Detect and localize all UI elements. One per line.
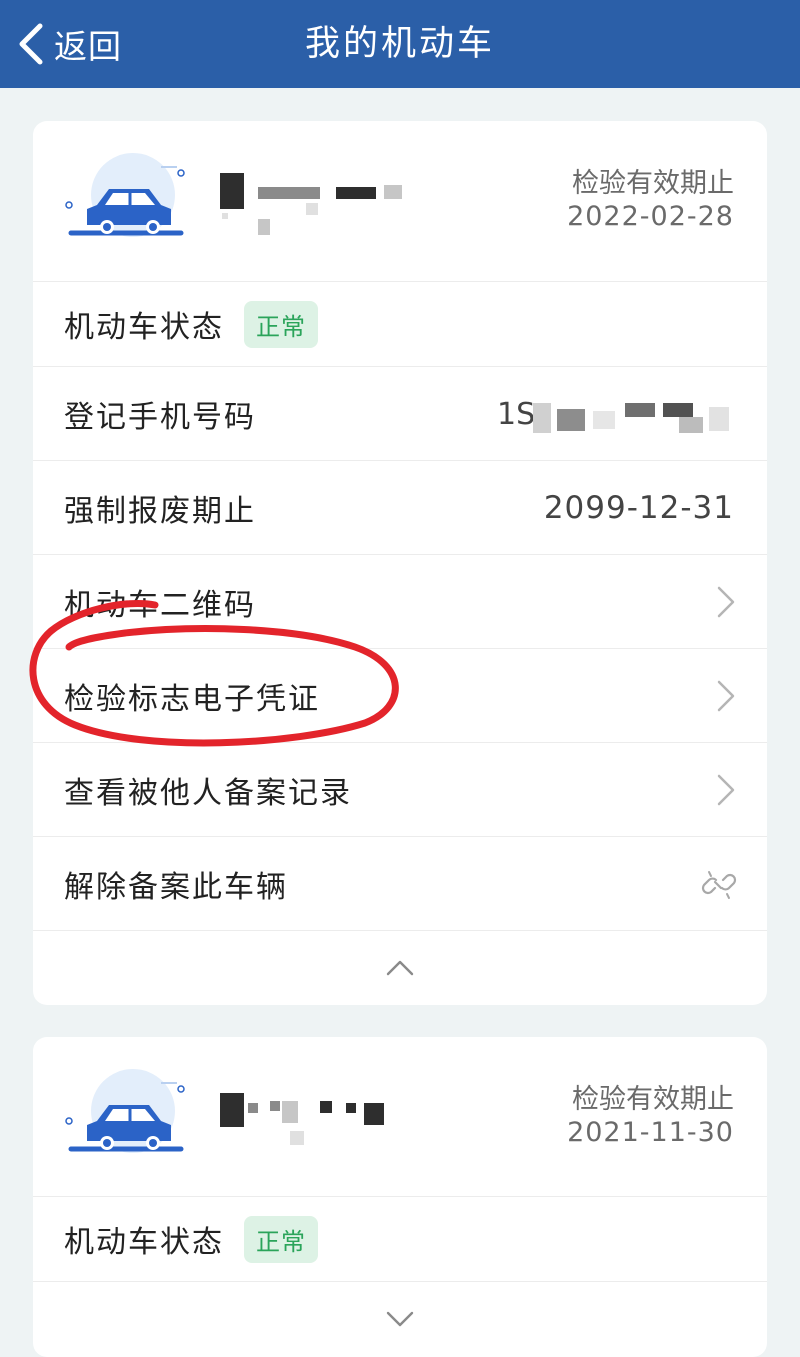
nav-bar: 返回 我的机动车 xyxy=(0,0,800,88)
unbind-vehicle-row[interactable]: 解除备案此车辆 xyxy=(33,837,767,931)
vehicle-qrcode-row[interactable]: 机动车二维码 xyxy=(33,555,767,649)
chevron-right-icon xyxy=(717,586,735,617)
car-icon xyxy=(65,1069,185,1153)
vehicle-card: 检验有效期止 2022-02-28 机动车状态 正常 登记手机号码 1S 强制报… xyxy=(33,121,767,1005)
registered-phone-value: 1S xyxy=(497,397,536,432)
inspection-expiry-date: 2022-02-28 xyxy=(567,201,734,232)
status-badge: 正常 xyxy=(244,300,318,348)
scrap-deadline-label: 强制报废期止 xyxy=(64,493,256,529)
filing-records-row[interactable]: 查看被他人备案记录 xyxy=(33,743,767,837)
chevron-down-icon xyxy=(386,1311,414,1327)
inspection-expiry: 检验有效期止 2021-11-30 xyxy=(567,1083,734,1149)
scrap-deadline-value: 2099-12-31 xyxy=(543,489,734,526)
page-title: 我的机动车 xyxy=(304,24,495,64)
vehicle-status-label: 机动车状态 xyxy=(64,1225,224,1260)
status-badge: 正常 xyxy=(244,1215,318,1263)
vehicle-card: 检验有效期止 2021-11-30 机动车状态 正常 xyxy=(33,1037,767,1357)
inspection-e-certificate-label: 检验标志电子凭证 xyxy=(64,681,320,717)
inspection-expiry-label: 检验有效期止 xyxy=(572,1084,734,1115)
inspection-expiry: 检验有效期止 2022-02-28 xyxy=(567,167,734,233)
vehicle-status-label: 机动车状态 xyxy=(64,310,224,345)
vehicle-card-header[interactable]: 检验有效期止 2022-02-28 xyxy=(33,121,767,282)
chevron-right-icon xyxy=(717,774,735,805)
vehicle-qrcode-label: 机动车二维码 xyxy=(64,587,256,623)
scrap-deadline-row: 强制报废期止 2099-12-31 xyxy=(33,461,767,555)
registered-phone-label: 登记手机号码 xyxy=(64,399,256,435)
chevron-right-icon xyxy=(717,680,735,711)
inspection-expiry-label: 检验有效期止 xyxy=(572,168,734,199)
car-icon xyxy=(65,153,185,237)
vehicle-card-header[interactable]: 检验有效期止 2021-11-30 xyxy=(33,1037,767,1197)
plate-number-redacted xyxy=(218,1089,408,1159)
registered-phone-value-redacted: 1S xyxy=(497,397,737,437)
collapse-toggle[interactable] xyxy=(33,931,767,1005)
inspection-expiry-date: 2021-11-30 xyxy=(567,1117,734,1148)
expand-toggle[interactable] xyxy=(33,1282,767,1356)
vehicle-status-row: 机动车状态 正常 xyxy=(33,1197,767,1282)
unlink-icon xyxy=(701,870,737,899)
vehicle-status-row: 机动车状态 正常 xyxy=(33,282,767,367)
plate-number-redacted xyxy=(218,173,408,243)
unbind-vehicle-label: 解除备案此车辆 xyxy=(64,869,288,905)
registered-phone-row: 登记手机号码 1S xyxy=(33,367,767,461)
inspection-e-certificate-row[interactable]: 检验标志电子凭证 xyxy=(33,649,767,743)
chevron-up-icon xyxy=(386,960,414,976)
filing-records-label: 查看被他人备案记录 xyxy=(64,775,352,811)
